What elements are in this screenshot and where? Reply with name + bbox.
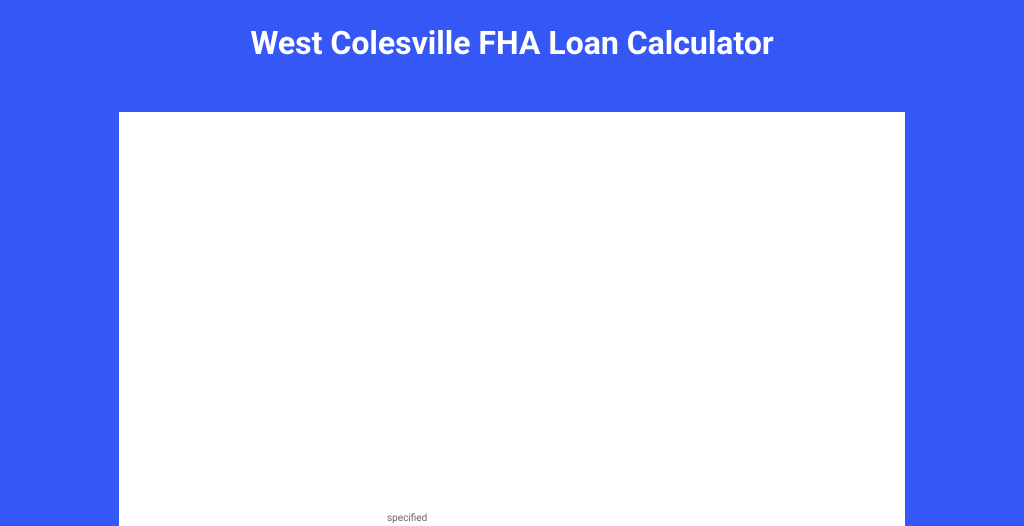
down-payment-pct-input[interactable] <box>281 292 363 322</box>
line-principal: Principal & Interest: $2,089 <box>387 310 881 343</box>
insurance-value: $194 <box>854 385 881 399</box>
zip-label: Property Zip Code: <box>143 136 363 149</box>
breakdown-title: Monthly payment breakdown: <box>387 136 881 150</box>
period-15[interactable]: 15 <box>179 436 215 462</box>
dot-green-icon <box>387 321 397 331</box>
period-10[interactable]: 10 <box>143 436 179 462</box>
interest-label: Interest rate (%): <box>143 345 363 358</box>
donut-amount: $2,814 <box>606 211 662 232</box>
amort-text: Amortization for a mortgage loan refers … <box>387 498 881 526</box>
donut-sub: per month <box>611 232 657 243</box>
calculator-card: Property Zip Code: Home price: Down paym… <box>119 112 905 526</box>
breakdown-panel: Monthly payment breakdown: $2,814 per mo… <box>387 136 905 526</box>
principal-value: $2,089 <box>845 319 881 333</box>
home-price-label: Home price: <box>143 201 363 214</box>
page-title: West Colesville FHA Loan Calculator <box>0 0 1024 80</box>
interest-slider[interactable] <box>143 400 363 403</box>
down-payment-label: Down payment: <box>143 273 363 286</box>
taxes-label: Property taxes:? <box>405 352 854 366</box>
line-total: Total monthly payment: $2,814 <box>387 409 881 443</box>
veteran-label: I am veteran or military <box>181 482 293 495</box>
total-value: $2,814 <box>844 419 881 433</box>
help-icon[interactable]: ? <box>499 386 511 398</box>
taxes-value: $531 <box>854 352 881 366</box>
amortization-section: Amortization for mortgage loan Amortizat… <box>387 461 881 526</box>
line-insurance: Home insurance:? $194 <box>387 376 881 409</box>
card-shadow: Property Zip Code: Home price: Down paym… <box>119 112 905 512</box>
line-taxes: Property taxes:? $531 <box>387 343 881 376</box>
down-payment-input[interactable] <box>143 292 273 322</box>
period-20[interactable]: 20 <box>215 436 251 462</box>
form-panel: Property Zip Code: Home price: Down paym… <box>119 136 387 526</box>
period-label: Mortgage period (years): <box>143 417 363 430</box>
home-price-slider[interactable] <box>143 256 363 259</box>
zip-input[interactable] <box>143 155 363 185</box>
amort-title: Amortization for mortgage loan <box>387 476 881 490</box>
dot-blue-icon <box>387 354 397 364</box>
period-30[interactable]: 30 <box>251 436 287 462</box>
total-label: Total monthly payment: <box>387 419 844 433</box>
interest-input[interactable] <box>143 364 363 394</box>
down-payment-slider[interactable] <box>143 328 363 331</box>
donut-chart: $2,814 per month <box>569 162 699 292</box>
veteran-toggle[interactable] <box>143 480 173 496</box>
help-icon[interactable]: ? <box>489 353 501 365</box>
principal-label: Principal & Interest: <box>405 319 845 333</box>
insurance-label: Home insurance:? <box>405 385 854 399</box>
home-price-input[interactable] <box>143 220 363 250</box>
period-group: 10 15 20 30 <box>143 436 363 462</box>
dot-yellow-icon <box>387 387 397 397</box>
